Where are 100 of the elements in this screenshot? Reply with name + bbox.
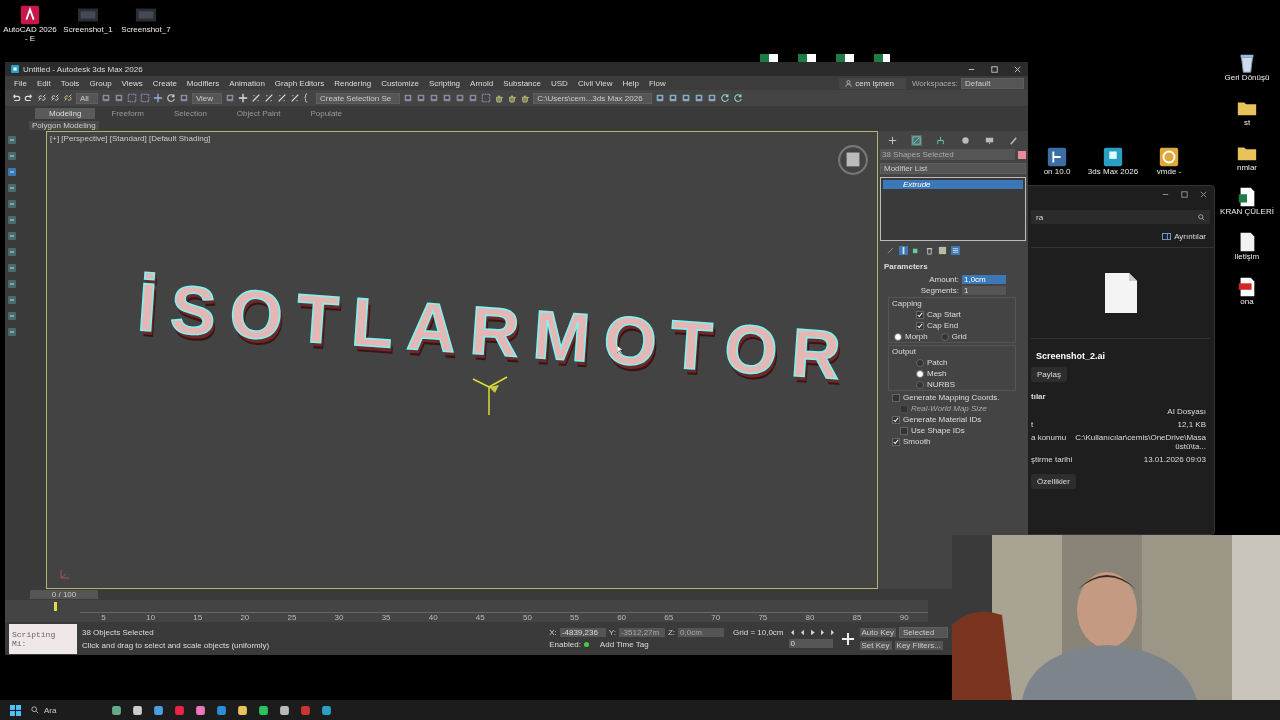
- ring-icon[interactable]: [719, 93, 730, 103]
- menu-item[interactable]: Graph Editors: [269, 78, 330, 88]
- coordinate-dropdown[interactable]: View: [191, 92, 223, 104]
- checkbox[interactable]: [892, 437, 900, 446]
- radio-button[interactable]: [894, 332, 902, 341]
- checkbox[interactable]: [916, 321, 924, 330]
- percent-icon[interactable]: [277, 93, 288, 103]
- close-icon[interactable]: [1013, 64, 1022, 74]
- go-end-icon[interactable]: [828, 629, 836, 636]
- display-tab[interactable]: [983, 135, 995, 146]
- checkbox[interactable]: [892, 393, 900, 402]
- play-icon[interactable]: [808, 629, 816, 636]
- create-tab[interactable]: [886, 135, 898, 146]
- ribbon-panel-tab[interactable]: Polygon Modeling: [29, 121, 99, 130]
- taskbar-app-icon[interactable]: [237, 704, 248, 716]
- menu-item[interactable]: Animation: [224, 78, 270, 88]
- teapot-icon[interactable]: [494, 93, 505, 103]
- auto-key-button[interactable]: Auto Key: [859, 628, 896, 637]
- close-icon[interactable]: [1199, 190, 1208, 199]
- menu-item[interactable]: Substance: [498, 78, 546, 88]
- menu-item[interactable]: Rendering: [329, 78, 377, 88]
- radio-button[interactable]: [940, 332, 949, 341]
- menu-item[interactable]: Flow: [643, 78, 671, 88]
- stack-item[interactable]: Extrude: [883, 180, 1023, 189]
- hierarchy-tab[interactable]: [935, 135, 947, 146]
- start-icon[interactable]: [10, 704, 21, 716]
- time-slider[interactable]: 0 / 100: [30, 590, 98, 599]
- workspace-dropdown[interactable]: Default: [961, 77, 1024, 89]
- project-path-dropdown[interactable]: C:\Users\cem...3ds Max 2026: [533, 92, 652, 104]
- plus-icon[interactable]: [238, 93, 249, 103]
- rollout-title[interactable]: Parameters: [880, 260, 1026, 273]
- radio-button[interactable]: [916, 380, 924, 389]
- frame-icon[interactable]: [481, 93, 492, 103]
- 3d-text-model[interactable]: İSOTLARMOTOR: [135, 267, 858, 395]
- menu-item[interactable]: File: [9, 78, 32, 88]
- teapot-icon[interactable]: [507, 93, 518, 103]
- trash-icon[interactable]: [925, 246, 934, 255]
- menu-item[interactable]: Scripting: [423, 78, 466, 88]
- z-field[interactable]: 0,0cm: [678, 628, 725, 637]
- window-icon[interactable]: [139, 93, 150, 103]
- previous-frame-icon[interactable]: [798, 629, 806, 636]
- amount-field[interactable]: 1,0cm: [962, 275, 1006, 284]
- view-cube-icon[interactable]: [837, 144, 869, 176]
- taskbar-app-icon[interactable]: [279, 704, 290, 716]
- details-button[interactable]: Ayrıntılar: [1162, 232, 1206, 241]
- ribbon-tab[interactable]: Modeling: [35, 108, 96, 119]
- teapot-icon[interactable]: [520, 93, 531, 103]
- region-icon[interactable]: [126, 93, 137, 103]
- maximize-icon[interactable]: [990, 64, 999, 74]
- menu-item[interactable]: Civil View: [572, 78, 618, 88]
- search-field[interactable]: ra: [1031, 210, 1210, 224]
- menu-item[interactable]: Create: [147, 78, 182, 88]
- ribbon-tab[interactable]: Selection: [159, 108, 221, 119]
- modifier-list-dropdown[interactable]: Modifier List: [880, 163, 1026, 174]
- filter-dropdown[interactable]: All: [76, 92, 98, 104]
- color-swatch[interactable]: [1018, 150, 1026, 159]
- motion-tab[interactable]: [959, 135, 971, 146]
- rotate-icon[interactable]: [165, 93, 176, 103]
- app-icon[interactable]: [1158, 146, 1180, 168]
- pin-icon[interactable]: [886, 246, 895, 255]
- taskbar-app-icon[interactable]: [321, 704, 332, 716]
- track-bar[interactable]: 5 10 15 20 25 30 35 40 45 50 55 60 65 70 75 80 85 90: [5, 600, 928, 622]
- key-mode-dropdown[interactable]: Selected: [899, 627, 948, 638]
- go-start-icon[interactable]: [788, 629, 796, 636]
- share-button[interactable]: Paylaş: [1031, 367, 1067, 382]
- app-icon[interactable]: [19, 4, 41, 26]
- modify-tab[interactable]: [911, 135, 922, 146]
- frame-field[interactable]: 0: [788, 639, 833, 648]
- search-field[interactable]: Ara: [31, 705, 101, 715]
- set-key-button[interactable]: Set Key: [859, 641, 892, 650]
- script-listener-field[interactable]: Scripting Mi:: [9, 623, 77, 654]
- move-icon[interactable]: [152, 93, 163, 103]
- taskbar-app-icon[interactable]: [111, 704, 122, 716]
- search-icon[interactable]: [1198, 213, 1205, 221]
- menu-item[interactable]: Tools: [55, 78, 85, 88]
- taskbar-app-icon[interactable]: [153, 704, 164, 716]
- taskbar-app-icon[interactable]: [195, 704, 206, 716]
- checkbox[interactable]: [892, 415, 900, 424]
- taskbar-app-icon[interactable]: [132, 704, 143, 716]
- menu-item[interactable]: USD: [546, 78, 573, 88]
- viewport[interactable]: [+] [Perspective] [Standard] [Default Shading] İSOTLARMOTOR: [46, 131, 878, 589]
- menu-item[interactable]: Help: [617, 78, 644, 88]
- link-icon[interactable]: [37, 93, 47, 103]
- user-menu[interactable]: cem işmen: [839, 77, 906, 89]
- app-icon[interactable]: [1102, 146, 1124, 168]
- x-field[interactable]: -4839,236: [559, 628, 606, 637]
- ring-icon[interactable]: [732, 93, 743, 103]
- undo-icon[interactable]: [11, 93, 21, 103]
- menu-item[interactable]: Views: [116, 78, 148, 88]
- key-icon[interactable]: [840, 631, 855, 646]
- menu-item[interactable]: Arnold: [465, 78, 499, 88]
- viewport-label[interactable]: [+] [Perspective] [Standard] [Default Shading]: [50, 134, 211, 143]
- key-filters-button[interactable]: Key Filters...: [894, 641, 943, 650]
- utilities-tab[interactable]: [1008, 135, 1020, 146]
- menu-item[interactable]: Customize: [376, 78, 424, 88]
- redo-icon[interactable]: [24, 93, 34, 103]
- app-icon[interactable]: [1046, 146, 1068, 168]
- menu-item[interactable]: Edit: [31, 78, 56, 88]
- maximize-icon[interactable]: [1180, 190, 1189, 199]
- taskbar-app-icon[interactable]: [258, 704, 269, 716]
